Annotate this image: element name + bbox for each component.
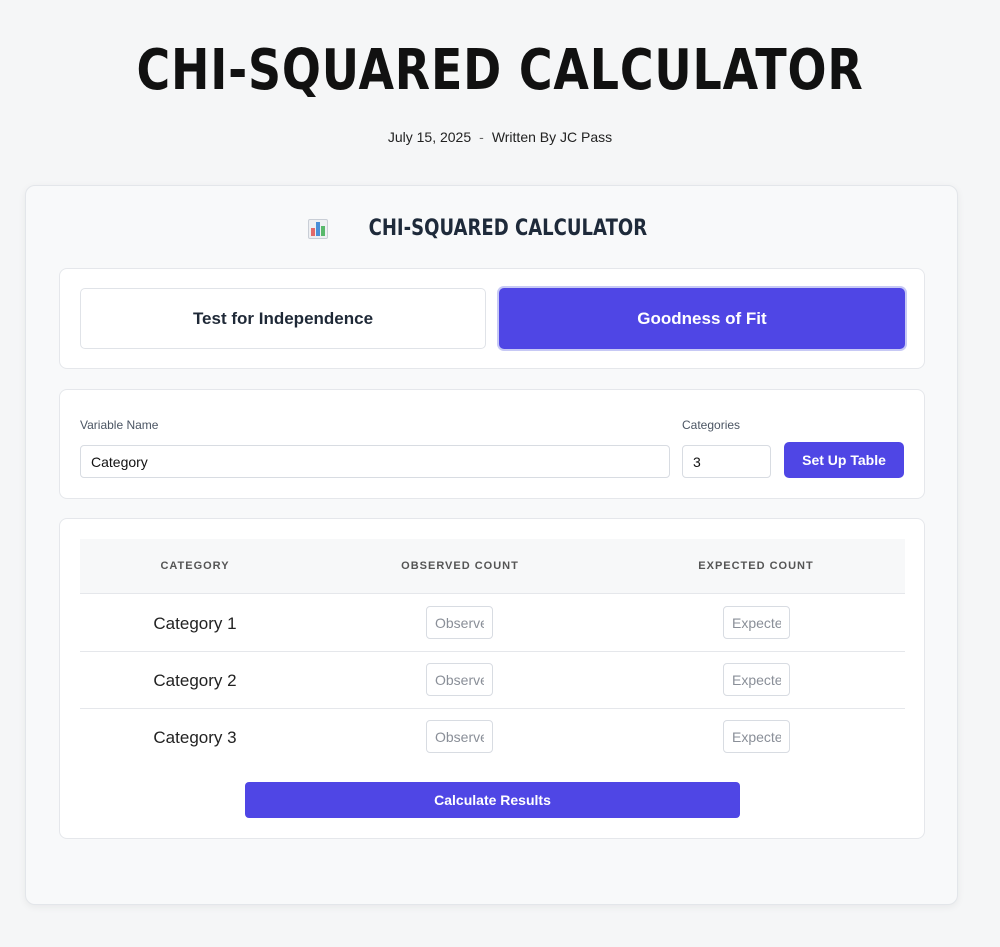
categories-label: Categories xyxy=(682,418,741,432)
calculate-results-button[interactable]: Calculate Results xyxy=(245,782,740,818)
expected-count-input[interactable] xyxy=(723,606,790,639)
row-category-label: Category 3 xyxy=(153,728,237,747)
observed-count-input[interactable] xyxy=(426,720,493,753)
set-up-table-button[interactable]: Set Up Table xyxy=(784,442,904,478)
author: Written By JC Pass xyxy=(491,129,613,145)
observed-count-input[interactable] xyxy=(426,606,493,639)
table-row: Category 2 xyxy=(80,652,905,709)
column-header-expected: EXPECTED COUNT xyxy=(698,560,814,572)
table-header: CATEGORY OBSERVED COUNT EXPECTED COUNT xyxy=(80,539,905,594)
row-category-label: Category 1 xyxy=(153,614,237,633)
post-date: July 15, 2025 xyxy=(387,129,472,145)
byline-separator: - xyxy=(479,129,484,145)
card-header: CHI-SQUARED CALCULATOR xyxy=(26,216,959,241)
tab-independence[interactable]: Test for Independence xyxy=(80,288,486,349)
expected-count-input[interactable] xyxy=(723,720,790,753)
variable-name-label: Variable Name xyxy=(80,418,159,432)
table-row: Category 3 xyxy=(80,709,905,766)
byline: July 15, 2025- Written By JC Pass xyxy=(0,129,1000,145)
test-type-panel: Test for Independence Goodness of Fit xyxy=(59,268,925,369)
tab-goodness-of-fit[interactable]: Goodness of Fit xyxy=(499,288,905,349)
card-title: CHI-SQUARED CALCULATOR xyxy=(368,216,647,241)
column-header-observed: OBSERVED COUNT xyxy=(401,560,519,572)
categories-input[interactable] xyxy=(682,445,771,478)
page-title: CHI-SQUARED CALCULATOR xyxy=(136,38,864,103)
expected-count-input[interactable] xyxy=(723,663,790,696)
column-header-category: CATEGORY xyxy=(160,560,230,572)
row-category-label: Category 2 xyxy=(153,671,237,690)
data-table-panel: CATEGORY OBSERVED COUNT EXPECTED COUNT C… xyxy=(59,518,925,839)
table-row: Category 1 xyxy=(80,595,905,652)
setup-panel: Variable Name Categories Set Up Table xyxy=(59,389,925,499)
bar-chart-icon xyxy=(307,218,328,239)
observed-count-input[interactable] xyxy=(426,663,493,696)
calculator-card: CHI-SQUARED CALCULATOR Test for Independ… xyxy=(25,185,958,905)
variable-name-input[interactable] xyxy=(80,445,670,478)
